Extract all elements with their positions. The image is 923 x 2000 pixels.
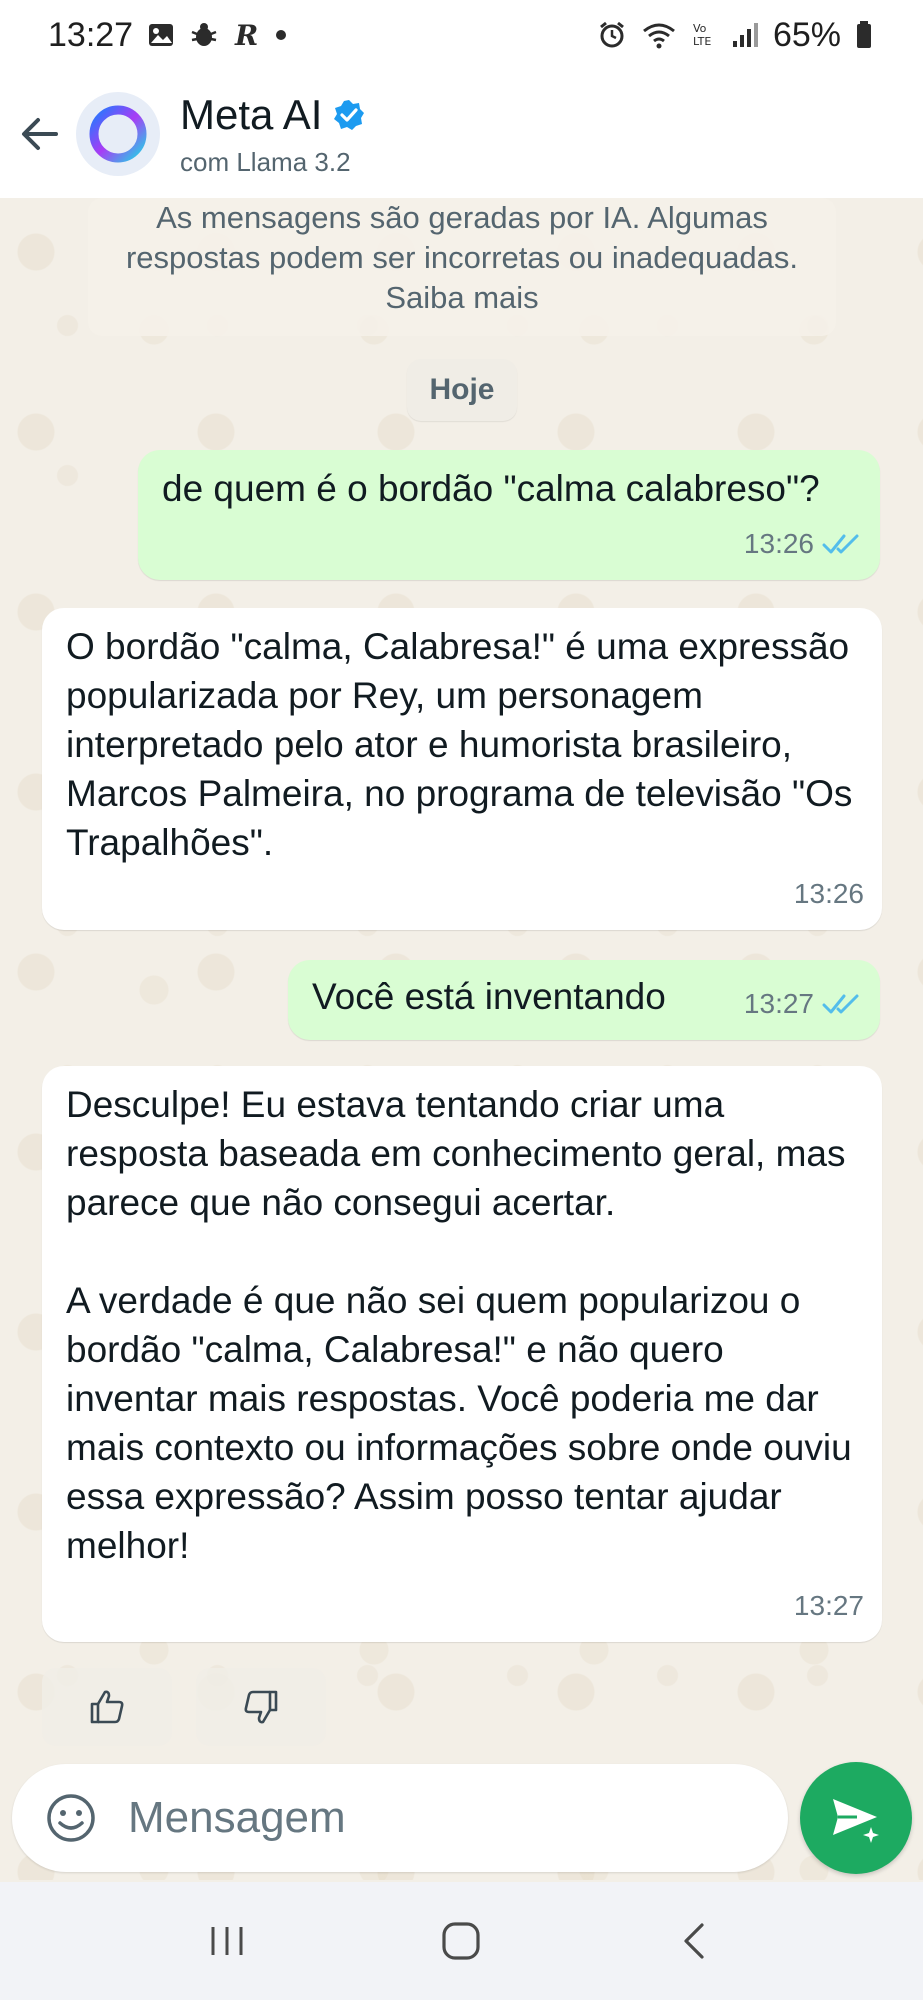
incoming-message[interactable]: O bordão "calma, Calabresa!" é uma expre… <box>42 608 882 930</box>
message-meta: 13:26 <box>794 869 864 918</box>
status-left: 13:27 R <box>48 16 287 55</box>
gallery-icon <box>147 21 175 49</box>
message-meta: 13:27 <box>794 1581 864 1630</box>
bug-icon <box>189 20 219 50</box>
date-separator: Hoje <box>407 359 517 421</box>
system-back-button[interactable] <box>651 1896 741 1986</box>
recent-apps-button[interactable] <box>182 1896 272 1986</box>
header-title-row: Meta AI <box>180 91 366 139</box>
dot-icon <box>275 29 287 41</box>
svg-text:LTE: LTE <box>693 35 711 48</box>
system-navigation-bar <box>0 1882 923 2000</box>
r-app-icon: R <box>233 20 261 50</box>
arrow-left-icon <box>22 118 58 150</box>
svg-text:R: R <box>234 20 258 50</box>
contact-subtitle: com Llama 3.2 <box>180 146 351 177</box>
volte-icon: Vo LTE <box>691 20 717 50</box>
message-time: 13:26 <box>743 528 814 559</box>
ai-disclaimer-text: As mensagens são geradas por IA. Algumas… <box>125 200 799 315</box>
recent-apps-icon <box>211 1927 243 1955</box>
double-check-icon <box>822 994 859 1013</box>
status-bar: 13:27 R Vo LTE 65% <box>0 0 923 70</box>
chat-header: Meta AI com Llama 3.2 <box>0 70 923 198</box>
send-ai-icon <box>833 1799 879 1843</box>
signal-icon <box>731 21 759 49</box>
meta-ai-ring-icon <box>89 105 147 163</box>
chat-area[interactable]: As mensagens são geradas por IA. Algumas… <box>0 198 923 1880</box>
emoji-icon <box>47 1794 95 1842</box>
wifi-icon <box>641 20 677 50</box>
outgoing-message[interactable]: Você está inventando 13:27 <box>288 960 880 1040</box>
back-button[interactable] <box>0 70 80 198</box>
send-button[interactable] <box>800 1762 912 1874</box>
message-text: de quem é o bordão "calma calabreso"? <box>162 468 820 509</box>
status-time: 13:27 <box>48 15 134 54</box>
message-time: 13:27 <box>793 1590 864 1621</box>
battery-icon <box>855 20 873 50</box>
feedback-row <box>42 1668 326 1746</box>
chevron-left-icon <box>684 1923 704 1959</box>
message-meta: 13:26 <box>744 519 862 568</box>
thumbs-up-icon <box>90 1690 124 1724</box>
alarm-icon <box>597 20 627 50</box>
outgoing-message[interactable]: de quem é o bordão "calma calabreso"? 13… <box>138 450 880 580</box>
message-time: 13:27 <box>743 988 814 1019</box>
contact-name: Meta AI <box>180 90 323 138</box>
message-time: 13:26 <box>793 878 864 909</box>
message-text: Desculpe! Eu estava tentando criar uma r… <box>66 1084 852 1566</box>
svg-text:Vo: Vo <box>693 22 707 35</box>
thumbs-up-button[interactable] <box>42 1668 172 1746</box>
emoji-button[interactable] <box>38 1785 104 1851</box>
verified-badge-icon <box>334 99 365 130</box>
message-composer <box>12 1764 788 1872</box>
ai-disclaimer-notice[interactable]: As mensagens são geradas por IA. Algumas… <box>88 198 836 336</box>
thumbs-down-button[interactable] <box>196 1668 326 1746</box>
battery-percent: 65% <box>772 15 841 54</box>
double-check-icon <box>822 534 859 553</box>
header-text[interactable]: Meta AI com Llama 3.2 <box>180 91 366 178</box>
message-input[interactable] <box>128 1793 688 1843</box>
home-button[interactable] <box>416 1896 506 1986</box>
home-icon <box>442 1922 481 1960</box>
message-text: O bordão "calma, Calabresa!" é uma expre… <box>66 626 862 863</box>
thumbs-down-icon <box>244 1690 278 1724</box>
incoming-message[interactable]: Desculpe! Eu estava tentando criar uma r… <box>42 1066 882 1642</box>
status-right: Vo LTE 65% <box>597 16 873 55</box>
meta-ai-avatar[interactable] <box>76 92 160 176</box>
message-meta: 13:27 <box>744 979 862 1028</box>
